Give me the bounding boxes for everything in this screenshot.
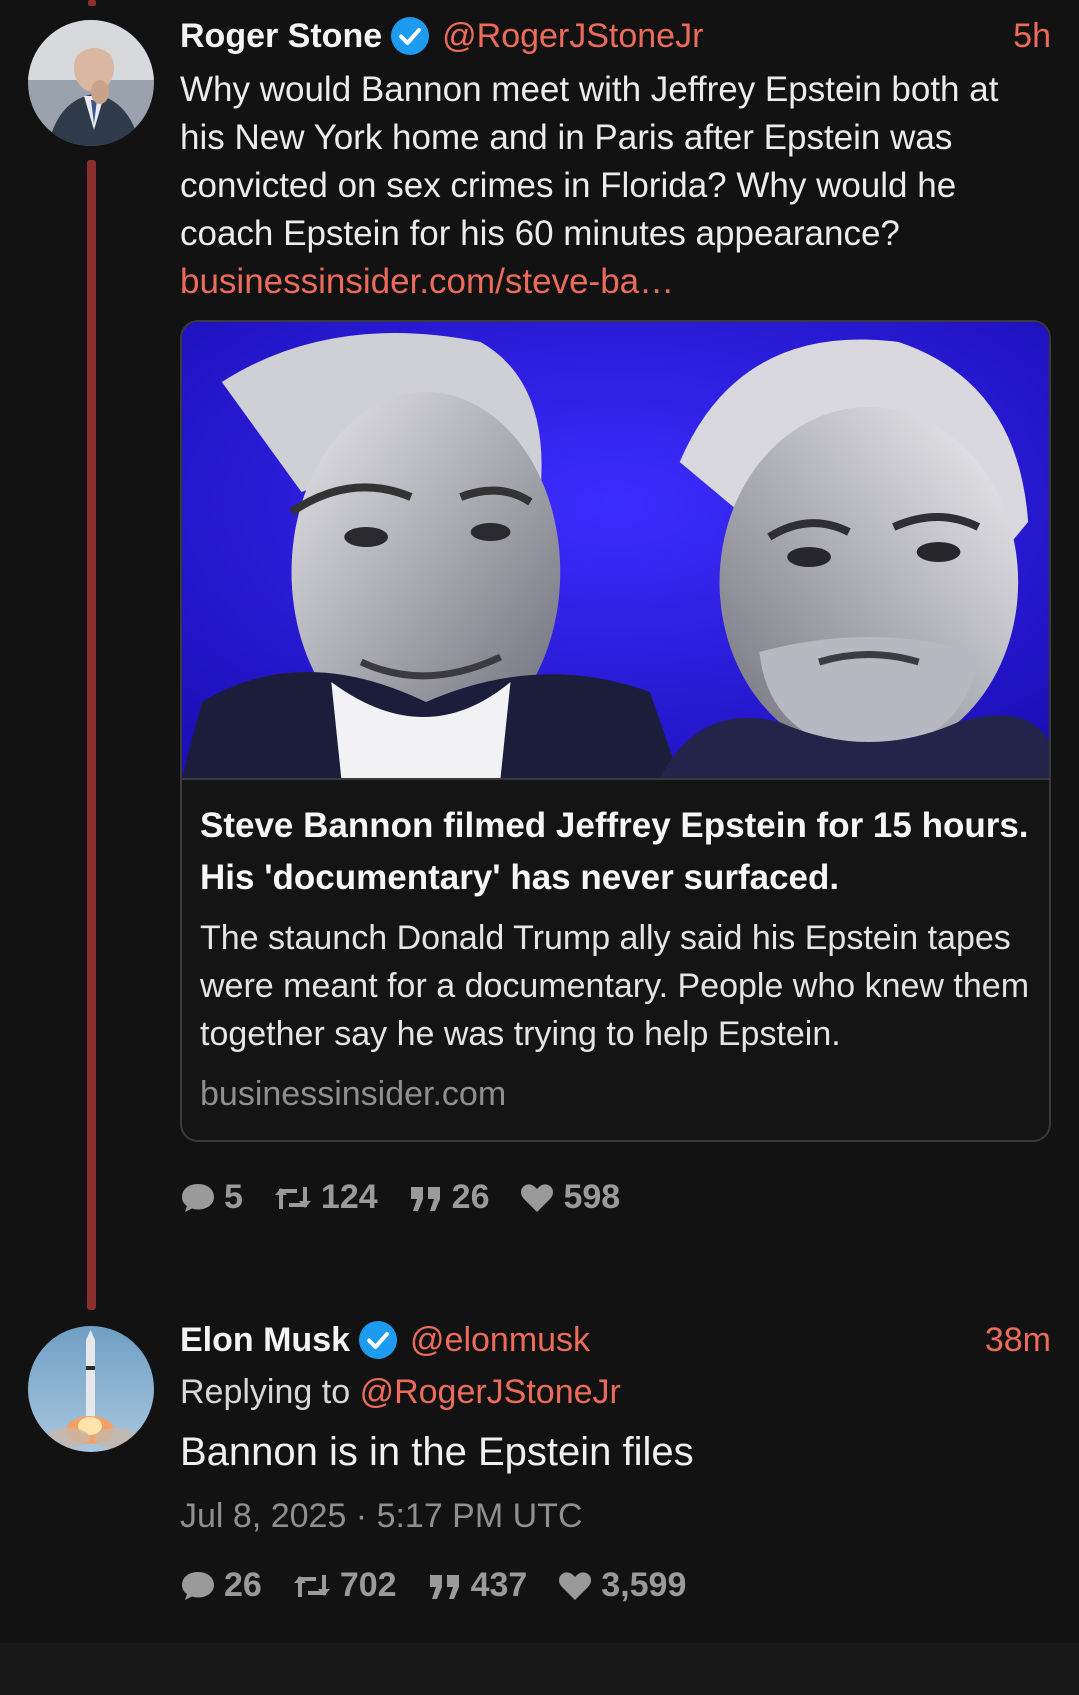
like-count: 598 <box>563 1178 621 1216</box>
retweet-count: 702 <box>339 1566 397 1604</box>
bottom-bar <box>0 1643 1079 1695</box>
reply-count: 26 <box>224 1566 262 1604</box>
quote-stat[interactable]: 26 <box>408 1178 490 1217</box>
verified-badge-icon <box>358 1320 398 1360</box>
replying-mention[interactable]: @RogerJStoneJr <box>360 1373 621 1411</box>
thread-connector-top <box>88 0 96 6</box>
card-body: Steve Bannon filmed Jeffrey Epstein for … <box>182 778 1049 1140</box>
quote-stat[interactable]: 437 <box>427 1566 528 1605</box>
heart-icon <box>559 1571 592 1600</box>
tweet-link[interactable]: businessinsider.com/steve-ba… <box>180 258 1051 306</box>
tweet-text: Why would Bannon meet with Jeffrey Epste… <box>180 70 999 253</box>
replying-to: Replying to @RogerJStoneJr <box>180 1370 1051 1414</box>
tweet-time[interactable]: 38m <box>985 1321 1051 1360</box>
author-handle[interactable]: @elonmusk <box>410 1321 590 1360</box>
reply-stat[interactable]: 5 <box>180 1178 243 1217</box>
tweet-time[interactable]: 5h <box>1013 17 1051 56</box>
author-name[interactable]: Elon Musk <box>180 1321 350 1360</box>
quote-count: 437 <box>470 1566 528 1604</box>
avatar[interactable] <box>28 20 154 146</box>
thread-connector <box>87 160 96 1310</box>
card-title: Steve Bannon filmed Jeffrey Epstein for … <box>200 806 1029 897</box>
author-handle[interactable]: @RogerJStoneJr <box>442 17 703 56</box>
like-stat[interactable]: 598 <box>519 1178 620 1217</box>
avatar[interactable] <box>28 1326 154 1452</box>
tweet-text: Bannon is in the Epstein files <box>180 1430 694 1474</box>
tweet-header: Roger Stone @RogerJStoneJr 5h <box>180 16 1051 56</box>
like-count: 3,599 <box>601 1566 687 1604</box>
retweet-stat[interactable]: 702 <box>292 1566 397 1605</box>
reply-stat[interactable]: 26 <box>180 1566 262 1605</box>
tweet-header: Elon Musk @elonmusk 38m <box>180 1320 1051 1360</box>
card-image <box>182 322 1049 778</box>
card-domain: businessinsider.com <box>200 1075 507 1113</box>
retweet-icon <box>293 1574 330 1597</box>
verified-badge-icon <box>390 16 430 56</box>
retweet-icon <box>274 1186 311 1209</box>
heart-icon <box>521 1183 554 1212</box>
replying-label: Replying to <box>180 1373 351 1411</box>
thread-page: Roger Stone @RogerJStoneJr 5h Why would … <box>0 0 1079 1695</box>
author-name[interactable]: Roger Stone <box>180 17 382 56</box>
comment-icon <box>182 1183 214 1212</box>
retweet-stat[interactable]: 124 <box>273 1178 378 1217</box>
comment-icon <box>182 1571 214 1600</box>
tweet-stats: 26 702 437 3,599 <box>180 1566 1051 1605</box>
quote-icon <box>410 1186 440 1211</box>
retweet-count: 124 <box>320 1178 378 1216</box>
reply-count: 5 <box>224 1178 243 1216</box>
quote-icon <box>429 1574 459 1599</box>
quote-count: 26 <box>451 1178 490 1216</box>
tweet-date[interactable]: Jul 8, 2025 · 5:17 PM UTC <box>180 1492 1051 1540</box>
card-description: The staunch Donald Trump ally said his E… <box>200 919 1030 1053</box>
like-stat[interactable]: 3,599 <box>557 1566 686 1605</box>
tweet-stats: 5 124 26 598 <box>180 1178 1051 1217</box>
link-preview-card[interactable]: Steve Bannon filmed Jeffrey Epstein for … <box>180 320 1051 1142</box>
